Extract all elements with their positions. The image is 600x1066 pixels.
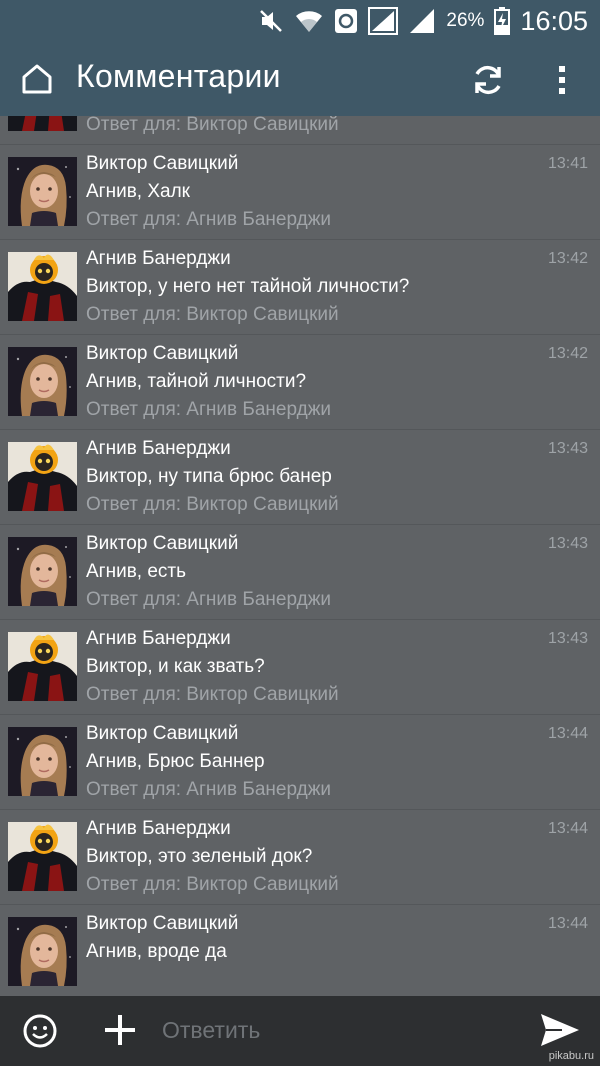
avatar[interactable]	[8, 347, 77, 416]
sync-icon	[334, 8, 358, 34]
comment-time: 13:43	[547, 440, 588, 457]
comment-item[interactable]: Виктор Савицкий 13:44 Агнив, Брюс Баннер От…	[0, 715, 600, 810]
comment-reply-to: Ответ для: Агнив Банерджи	[86, 209, 332, 230]
comment-author[interactable]: Виктор Савицкий	[86, 343, 238, 365]
comment-time: 13:42	[547, 345, 588, 362]
plus-icon[interactable]	[102, 1012, 138, 1048]
comment-time: 13:41	[547, 155, 588, 172]
signal-bars-icon	[408, 7, 436, 35]
comment-text: Агнив, есть	[86, 561, 187, 582]
comment-item[interactable]: Виктор, и как этого халка зовут?Ответ дл…	[0, 116, 600, 145]
refresh-icon[interactable]	[470, 62, 506, 98]
comment-item[interactable]: Агнив Банерджи 13:43 Виктор, и как звать? О…	[0, 620, 600, 715]
comment-reply-to: Ответ для: Виктор Савицкий	[86, 684, 339, 705]
comment-reply-to: Ответ для: Виктор Савицкий	[86, 494, 339, 515]
signal-icon	[368, 7, 399, 35]
avatar[interactable]	[8, 442, 77, 511]
avatar[interactable]	[8, 116, 77, 131]
comment-text: Виктор, и как звать?	[86, 656, 265, 677]
comment-text: Агнив, вроде да	[86, 941, 227, 962]
comment-author[interactable]: Виктор Савицкий	[86, 913, 238, 935]
comment-author[interactable]: Агнив Банерджи	[86, 628, 231, 650]
comment-author[interactable]: Виктор Савицкий	[86, 153, 238, 175]
avatar[interactable]	[8, 632, 77, 701]
comment-reply-to: Ответ для: Агнив Банерджи	[86, 779, 332, 800]
comment-author[interactable]: Виктор Савицкий	[86, 723, 238, 745]
comment-text: Агнив, Брюс Баннер	[86, 751, 265, 772]
comment-time: 13:43	[547, 535, 588, 552]
comment-time: 13:43	[547, 630, 588, 647]
comment-text: Агнив, тайной личности?	[86, 371, 307, 392]
comment-reply-to: Ответ для: Агнив Банерджи	[86, 399, 332, 420]
comments-list[interactable]: Виктор, и как этого халка зовут?Ответ дл…	[0, 116, 600, 996]
comments-list-inner: Виктор, и как этого халка зовут?Ответ дл…	[0, 116, 600, 996]
comment-text: Агнив, Халк	[86, 181, 190, 202]
avatar[interactable]	[8, 727, 77, 796]
comment-reply-to: Ответ для: Виктор Савицкий	[86, 116, 339, 135]
overflow-menu-icon[interactable]	[552, 64, 572, 96]
avatar[interactable]	[8, 252, 77, 321]
avatar[interactable]	[8, 917, 77, 986]
status-bar: 26% 16:05	[0, 0, 600, 42]
home-icon[interactable]	[20, 62, 54, 96]
comment-text: Виктор, ну типа брюс банер	[86, 466, 332, 487]
comment-author[interactable]: Агнив Банерджи	[86, 438, 231, 460]
avatar[interactable]	[8, 537, 77, 606]
comment-reply-to: Ответ для: Агнив Банерджи	[86, 589, 332, 610]
comment-time: 13:44	[547, 915, 588, 932]
comment-item[interactable]: Виктор Савицкий 13:44 Агнив, вроде да	[0, 905, 600, 996]
comment-time: 13:44	[547, 820, 588, 837]
battery-percent: 26%	[446, 10, 485, 31]
page-title: Комментарии	[76, 58, 281, 94]
comment-item[interactable]: Агнив Банерджи 13:44 Виктор, это зеленый д…	[0, 810, 600, 905]
reply-bar: pikabu.ru	[0, 996, 600, 1066]
watermark: pikabu.ru	[548, 1050, 594, 1062]
battery-charging-icon	[494, 7, 511, 35]
comment-reply-to: Ответ для: Виктор Савицкий	[86, 874, 339, 895]
comment-item[interactable]: Виктор Савицкий 13:43 Агнив, есть Ответ для…	[0, 525, 600, 620]
comment-author[interactable]: Агнив Банерджи	[86, 248, 231, 270]
action-bar: Комментарии	[0, 42, 600, 116]
comment-text: Виктор, это зеленый док?	[86, 846, 313, 867]
comment-time: 13:42	[547, 250, 588, 267]
send-icon[interactable]	[538, 1008, 582, 1052]
comment-item[interactable]: Виктор Савицкий 13:41 Агнив, Халк Ответ для…	[0, 145, 600, 240]
reply-input[interactable]	[162, 1010, 522, 1050]
status-icons: 26% 16:05	[258, 0, 588, 42]
mute-icon	[258, 8, 284, 34]
comment-author[interactable]: Виктор Савицкий	[86, 533, 238, 555]
comment-reply-to: Ответ для: Виктор Савицкий	[86, 304, 339, 325]
comment-text: Виктор, у него нет тайной личности?	[86, 276, 410, 297]
comment-item[interactable]: Агнив Банерджи 13:43 Виктор, ну типа брюс …	[0, 430, 600, 525]
emoji-icon[interactable]	[22, 1013, 58, 1049]
clock: 16:05	[520, 5, 588, 36]
comment-author[interactable]: Агнив Банерджи	[86, 818, 231, 840]
avatar[interactable]	[8, 822, 77, 891]
comment-time: 13:44	[547, 725, 588, 742]
comment-item[interactable]: Агнив Банерджи 13:42 Виктор, у него нет та…	[0, 240, 600, 335]
comment-item[interactable]: Виктор Савицкий 13:42 Агнив, тайной личнос…	[0, 335, 600, 430]
wifi-icon	[294, 8, 324, 34]
avatar[interactable]	[8, 157, 77, 226]
